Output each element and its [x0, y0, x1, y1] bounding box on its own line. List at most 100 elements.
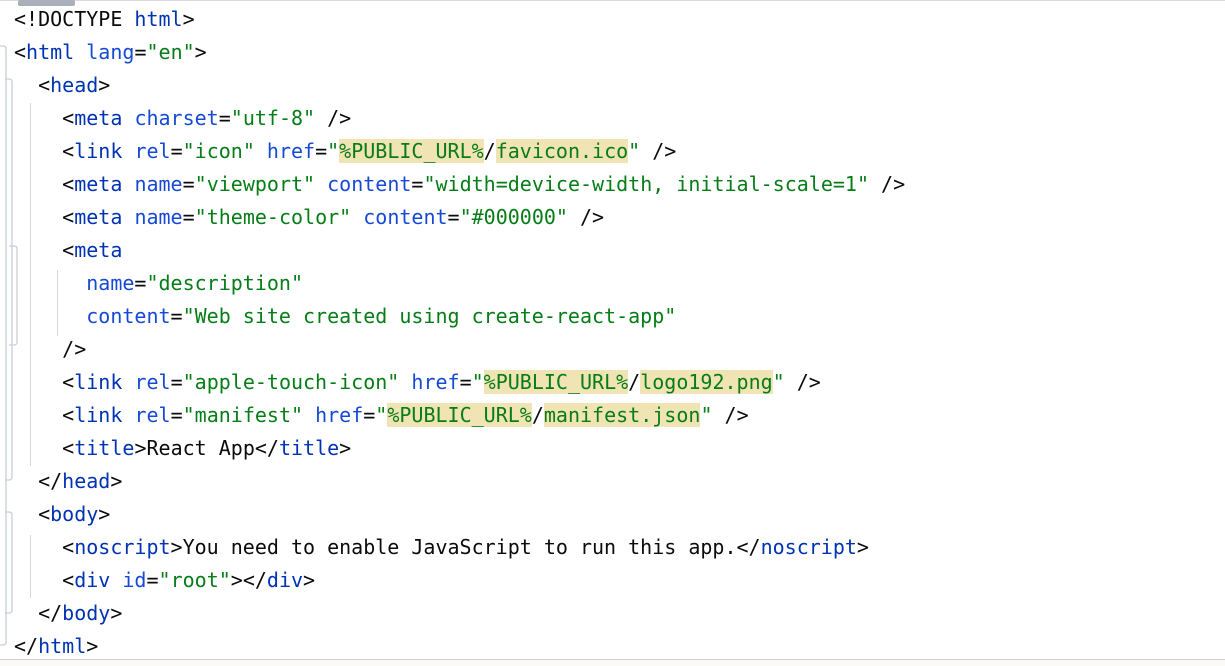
code-line[interactable]: </head> — [14, 465, 1225, 498]
code-token-punctuation — [14, 271, 86, 295]
code-token-punctuation: = — [171, 403, 183, 427]
code-token-punctuation: /> — [712, 403, 748, 427]
code-token-punctuation — [122, 205, 134, 229]
code-token-punctuation: < — [14, 535, 74, 559]
code-token-punctuation: = — [460, 370, 472, 394]
code-line[interactable]: <title>React App</title> — [14, 432, 1225, 465]
code-token-tag-name: body — [62, 601, 110, 625]
code-token-string-value: " — [472, 370, 484, 394]
code-token-punctuation: < — [14, 40, 26, 64]
code-token-string-value: "Web site created using create-react-app… — [183, 304, 677, 328]
code-token-string-value: "width=device-width, initial-scale=1" — [423, 172, 869, 196]
code-token-punctuation: /> — [568, 205, 604, 229]
code-token-attribute-name: rel — [134, 403, 170, 427]
code-token-attribute-name: href — [267, 139, 315, 163]
code-token-attribute-name: rel — [134, 139, 170, 163]
code-token-punctuation: > — [110, 469, 122, 493]
code-token-punctuation — [122, 370, 134, 394]
code-line[interactable]: <body> — [14, 498, 1225, 531]
code-editor: <!DOCTYPE html><html lang="en"> <head> <… — [0, 0, 1225, 666]
code-token-punctuation: /> — [640, 139, 676, 163]
code-line[interactable]: <!DOCTYPE html> — [14, 3, 1225, 36]
code-token-string-value: "description" — [146, 271, 303, 295]
code-token-tag-name: title — [279, 436, 339, 460]
code-token-tag-name: html — [134, 7, 182, 31]
code-token-punctuation: < — [14, 370, 74, 394]
code-token-tag-name: meta — [74, 238, 122, 262]
code-line[interactable]: name="description" — [14, 267, 1225, 300]
code-token-punctuation: < — [14, 238, 74, 262]
code-token-template-highlight: manifest.json — [544, 403, 701, 427]
code-token-punctuation: > — [98, 502, 110, 526]
code-line[interactable]: <html lang="en"> — [14, 36, 1225, 69]
code-token-punctuation: < — [14, 205, 74, 229]
code-token-punctuation: </ — [14, 469, 62, 493]
code-token-tag-name: link — [74, 403, 122, 427]
code-token-punctuation — [122, 403, 134, 427]
code-line[interactable]: <link rel="icon" href="%PUBLIC_URL%/favi… — [14, 135, 1225, 168]
code-token-string-value: " — [375, 403, 387, 427]
code-token-tag-name: div — [74, 568, 110, 592]
code-token-punctuation — [399, 370, 411, 394]
code-line[interactable]: <link rel="apple-touch-icon" href="%PUBL… — [14, 366, 1225, 399]
code-token-tag-name: html — [26, 40, 74, 64]
code-token-punctuation: > — [134, 436, 146, 460]
code-line[interactable]: <head> — [14, 69, 1225, 102]
code-token-template-highlight: logo192.png — [640, 370, 772, 394]
code-token-punctuation: = — [219, 106, 231, 130]
code-token-template-highlight: %PUBLIC_URL% — [484, 370, 629, 394]
code-token-punctuation: = — [134, 40, 146, 64]
code-line[interactable]: <noscript>You need to enable JavaScript … — [14, 531, 1225, 564]
code-token-punctuation — [122, 139, 134, 163]
code-token-punctuation: > — [195, 40, 207, 64]
code-token-punctuation: = — [171, 139, 183, 163]
code-token-string-value: " — [628, 139, 640, 163]
code-area[interactable]: <!DOCTYPE html><html lang="en"> <head> <… — [0, 3, 1225, 663]
code-token-punctuation: = — [448, 205, 460, 229]
code-line[interactable]: <meta name="viewport" content="width=dev… — [14, 168, 1225, 201]
code-token-punctuation: < — [14, 436, 74, 460]
code-token-punctuation: /> — [869, 172, 905, 196]
code-token-attribute-name: name — [134, 172, 182, 196]
code-line[interactable]: <meta name="theme-color" content="#00000… — [14, 201, 1225, 234]
code-token-punctuation: = — [183, 205, 195, 229]
code-token-attribute-name: charset — [134, 106, 218, 130]
code-token-punctuation: = — [146, 568, 158, 592]
code-token-punctuation: = — [315, 139, 327, 163]
code-token-punctuation — [122, 172, 134, 196]
code-token-string-value: "utf-8" — [231, 106, 315, 130]
code-line[interactable]: /> — [14, 333, 1225, 366]
code-token-punctuation: </ — [14, 634, 38, 658]
code-line[interactable]: <div id="root"></div> — [14, 564, 1225, 597]
code-token-punctuation — [255, 139, 267, 163]
code-line[interactable]: content="Web site created using create-r… — [14, 300, 1225, 333]
code-token-punctuation — [303, 403, 315, 427]
code-token-tag-name: title — [74, 436, 134, 460]
code-line[interactable]: <meta — [14, 234, 1225, 267]
code-token-tag-name: noscript — [74, 535, 170, 559]
code-token-tag-name: meta — [74, 106, 122, 130]
code-token-attribute-name: href — [315, 403, 363, 427]
top-edge-hairline — [0, 0, 1225, 1]
code-token-attribute-name: content — [363, 205, 447, 229]
code-token-attribute-name: name — [134, 205, 182, 229]
code-token-punctuation: > — [171, 535, 183, 559]
code-token-punctuation: = — [363, 403, 375, 427]
code-token-punctuation — [315, 172, 327, 196]
code-token-punctuation: = — [183, 172, 195, 196]
code-token-punctuation: > — [183, 7, 195, 31]
code-token-string-value: "manifest" — [183, 403, 303, 427]
code-token-punctuation — [122, 106, 134, 130]
code-line[interactable]: </body> — [14, 597, 1225, 630]
code-token-tag-name: div — [267, 568, 303, 592]
code-token-text: React App — [146, 436, 254, 460]
code-token-punctuation: < — [14, 502, 50, 526]
code-token-string-value: "icon" — [183, 139, 255, 163]
code-token-attribute-name: id — [122, 568, 146, 592]
code-token-punctuation: = — [171, 304, 183, 328]
code-token-punctuation: < — [14, 172, 74, 196]
code-line[interactable]: <link rel="manifest" href="%PUBLIC_URL%/… — [14, 399, 1225, 432]
code-token-tag-name: link — [74, 370, 122, 394]
code-token-punctuation: </ — [255, 436, 279, 460]
code-line[interactable]: <meta charset="utf-8" /> — [14, 102, 1225, 135]
